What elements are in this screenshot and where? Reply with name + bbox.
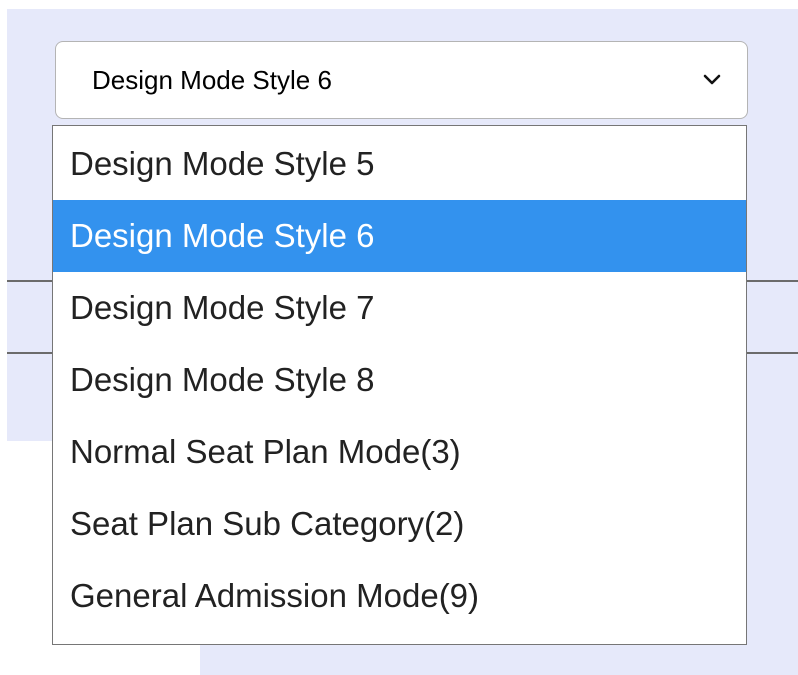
select-current-value: Design Mode Style 6 [92,65,332,95]
mode-style-select[interactable]: Design Mode Style 6 [55,41,748,119]
option-design-mode-style-5[interactable]: Design Mode Style 5 [53,128,746,200]
page: Design Mode Style 6 Design Mode Style 5 … [0,0,798,675]
option-seat-plan-sub-category[interactable]: Seat Plan Sub Category(2) [53,488,746,560]
option-design-mode-style-6[interactable]: Design Mode Style 6 [53,200,746,272]
chevron-down-icon [703,74,721,85]
option-general-admission-mode[interactable]: General Admission Mode(9) [53,560,746,632]
option-design-mode-style-8[interactable]: Design Mode Style 8 [53,344,746,416]
option-normal-seat-plan-mode[interactable]: Normal Seat Plan Mode(3) [53,416,746,488]
option-design-mode-style-7[interactable]: Design Mode Style 7 [53,272,746,344]
dropdown-options-list: Design Mode Style 5 Design Mode Style 6 … [52,125,747,645]
